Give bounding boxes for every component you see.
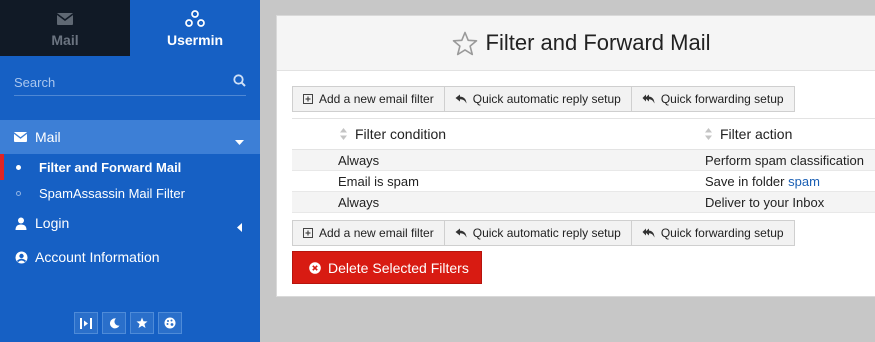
- search-box: [14, 70, 246, 96]
- plus-square-icon: [303, 94, 313, 104]
- filter-action: Save in folder: [705, 173, 789, 189]
- column-header-condition-label: Filter condition: [355, 126, 447, 142]
- forwarding-label: Quick forwarding setup: [660, 226, 784, 240]
- moon-icon[interactable]: [102, 312, 126, 334]
- table-row[interactable]: Email is spam Save in folder spam: [292, 171, 875, 192]
- usermin-logo-icon: [185, 9, 205, 29]
- filter-condition: Always: [338, 152, 380, 168]
- tab-mail[interactable]: Mail: [0, 0, 130, 56]
- bottom-action-buttons: Add a new email filter Quick automatic r…: [292, 220, 795, 246]
- plus-square-icon: [303, 228, 313, 238]
- search-icon[interactable]: [233, 73, 246, 92]
- chevron-left-icon: [236, 219, 242, 235]
- sidebar-item-spamassassin-label: SpamAssassin Mail Filter: [39, 185, 185, 201]
- envelope-icon: [14, 132, 27, 142]
- add-filter-button[interactable]: Add a new email filter: [293, 221, 445, 245]
- sort-icon: [340, 128, 347, 140]
- filter-action-cell: Save in folder spam: [705, 174, 875, 189]
- star-outline-icon[interactable]: [452, 31, 478, 56]
- table-header: Filter condition Filter action: [292, 118, 875, 150]
- table-row[interactable]: Always Perform spam classification: [292, 150, 875, 171]
- column-header-action[interactable]: Filter action: [705, 126, 875, 142]
- bullet-icon: [16, 190, 21, 196]
- auto-reply-label: Quick automatic reply setup: [472, 92, 621, 106]
- tab-usermin[interactable]: Usermin: [130, 0, 260, 56]
- sidebar-item-mail-label: Mail: [35, 129, 61, 145]
- sidebar-item-account[interactable]: Account Information: [0, 240, 260, 274]
- filter-condition: Always: [338, 194, 380, 210]
- page-title: Filter and Forward Mail: [485, 30, 711, 55]
- top-action-buttons: Add a new email filter Quick automatic r…: [292, 86, 795, 112]
- sidebar-item-login[interactable]: Login: [0, 206, 260, 240]
- times-circle-icon: [309, 261, 321, 274]
- top-tabs: Mail Usermin: [0, 0, 260, 56]
- sort-icon: [705, 128, 712, 140]
- bullet-icon: [16, 164, 21, 170]
- reply-icon: [455, 228, 467, 238]
- active-indicator: [0, 154, 4, 180]
- delete-filters-button[interactable]: Delete Selected Filters: [292, 251, 482, 284]
- sidebar-item-spamassassin[interactable]: SpamAssassin Mail Filter: [0, 180, 260, 206]
- filter-action: Deliver to your Inbox: [705, 194, 825, 210]
- sidebar-item-filter-forward-label: Filter and Forward Mail: [39, 159, 182, 175]
- tab-mail-label: Mail: [51, 31, 79, 48]
- sidebar-item-mail[interactable]: Mail: [0, 120, 260, 154]
- add-filter-label: Add a new email filter: [319, 226, 434, 240]
- reply-icon: [455, 94, 467, 104]
- column-header-action-label: Filter action: [720, 126, 793, 142]
- sidebar: Mail Usermin Mail Filter and Forward Mai…: [0, 0, 260, 342]
- forwarding-button[interactable]: Quick forwarding setup: [632, 221, 794, 245]
- page-header: Filter and Forward Mail: [277, 16, 875, 71]
- sidebar-bottom-toolbar: [74, 312, 182, 334]
- search-input[interactable]: [14, 75, 214, 90]
- auto-reply-button[interactable]: Quick automatic reply setup: [445, 87, 632, 111]
- filters-table: Filter condition Filter action Always Pe…: [292, 118, 875, 213]
- reply-all-icon: [642, 228, 655, 238]
- palette-icon[interactable]: [158, 312, 182, 334]
- filter-condition: Email is spam: [338, 173, 419, 189]
- add-filter-label: Add a new email filter: [319, 92, 434, 106]
- envelope-icon: [57, 9, 73, 29]
- sidebar-item-filter-forward[interactable]: Filter and Forward Mail: [0, 154, 260, 180]
- reply-all-icon: [642, 94, 655, 104]
- collapse-icon[interactable]: [74, 312, 98, 334]
- auto-reply-button[interactable]: Quick automatic reply setup: [445, 221, 632, 245]
- sidebar-item-account-label: Account Information: [35, 249, 160, 265]
- column-header-condition[interactable]: Filter condition: [292, 126, 705, 142]
- chevron-down-icon: [235, 133, 244, 149]
- star-icon[interactable]: [130, 312, 154, 334]
- folder-link[interactable]: spam: [788, 174, 820, 189]
- forwarding-button[interactable]: Quick forwarding setup: [632, 87, 794, 111]
- main-panel: Filter and Forward Mail Add a new email …: [276, 15, 875, 297]
- delete-filters-label: Delete Selected Filters: [328, 259, 469, 276]
- auto-reply-label: Quick automatic reply setup: [472, 226, 621, 240]
- key-icon: [14, 217, 28, 230]
- filter-action: Perform spam classification: [705, 152, 864, 168]
- tab-usermin-label: Usermin: [166, 31, 224, 48]
- table-row[interactable]: Always Deliver to your Inbox: [292, 192, 875, 213]
- add-filter-button[interactable]: Add a new email filter: [293, 87, 445, 111]
- user-circle-icon: [14, 251, 28, 264]
- forwarding-label: Quick forwarding setup: [660, 92, 784, 106]
- sidebar-item-login-label: Login: [35, 215, 70, 231]
